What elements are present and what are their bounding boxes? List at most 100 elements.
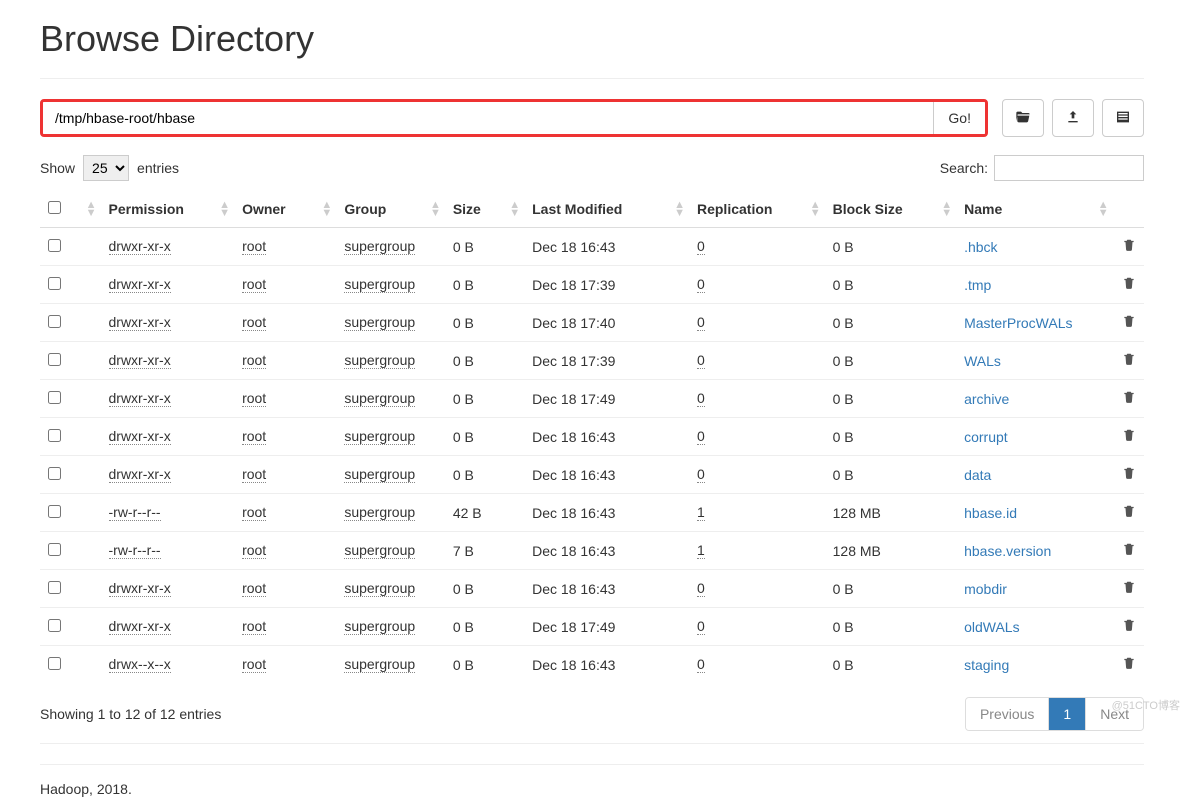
row-checkbox[interactable] (48, 239, 61, 252)
permission-value: drwxr-xr-x (109, 390, 171, 407)
delete-button[interactable] (1122, 619, 1136, 635)
delete-button[interactable] (1122, 467, 1136, 483)
page-1-button[interactable]: 1 (1049, 698, 1086, 730)
name-link[interactable]: .tmp (964, 277, 991, 293)
delete-button[interactable] (1122, 353, 1136, 369)
row-checkbox[interactable] (48, 277, 61, 290)
sort-icon[interactable]: ▲▼ (86, 201, 97, 217)
delete-button[interactable] (1122, 543, 1136, 559)
row-checkbox[interactable] (48, 353, 61, 366)
show-prefix-label: Show (40, 160, 75, 176)
col-block-size[interactable]: Block Size (833, 201, 903, 217)
delete-button[interactable] (1122, 277, 1136, 293)
replication-value: 0 (697, 580, 705, 597)
delete-button[interactable] (1122, 505, 1136, 521)
replication-value: 0 (697, 276, 705, 293)
col-permission[interactable]: Permission (109, 201, 184, 217)
page-length-select[interactable]: 25 (83, 155, 129, 181)
delete-button[interactable] (1122, 315, 1136, 331)
name-link[interactable]: .hbck (964, 239, 997, 255)
path-input-group: Go! (40, 99, 988, 137)
name-link[interactable]: MasterProcWALs (964, 315, 1072, 331)
upload-button[interactable] (1052, 99, 1094, 137)
block-size-value: 0 B (833, 239, 854, 255)
sort-icon: ▲▼ (1098, 201, 1109, 217)
row-checkbox[interactable] (48, 315, 61, 328)
block-size-value: 0 B (833, 353, 854, 369)
trash-icon (1122, 657, 1136, 673)
upload-icon (1065, 109, 1081, 128)
delete-button[interactable] (1122, 429, 1136, 445)
name-link[interactable]: mobdir (964, 581, 1007, 597)
trash-icon (1122, 353, 1136, 369)
trash-icon (1122, 619, 1136, 635)
permission-value: drwxr-xr-x (109, 618, 171, 635)
new-folder-button[interactable] (1102, 99, 1144, 137)
table-row: drwxr-xr-xrootsupergroup0 BDec 18 17:390… (40, 266, 1144, 304)
row-checkbox[interactable] (48, 505, 61, 518)
watermark: @51CTO博客 (1112, 697, 1180, 713)
permission-value: drwxr-xr-x (109, 314, 171, 331)
path-bar: Go! (40, 99, 1144, 137)
col-name[interactable]: Name (964, 201, 1002, 217)
replication-value: 1 (697, 542, 705, 559)
col-group[interactable]: Group (344, 201, 386, 217)
col-modified[interactable]: Last Modified (532, 201, 622, 217)
row-checkbox[interactable] (48, 581, 61, 594)
owner-value: root (242, 314, 266, 331)
size-value: 42 B (453, 505, 482, 521)
name-link[interactable]: staging (964, 657, 1009, 673)
modified-value: Dec 18 17:39 (532, 353, 615, 369)
group-value: supergroup (344, 428, 415, 445)
modified-value: Dec 18 16:43 (532, 657, 615, 673)
block-size-value: 0 B (833, 467, 854, 483)
search-label: Search: (940, 160, 988, 176)
sort-icon: ▲▼ (509, 201, 520, 217)
trash-icon (1122, 391, 1136, 407)
go-button[interactable]: Go! (933, 102, 985, 134)
row-checkbox[interactable] (48, 429, 61, 442)
row-checkbox[interactable] (48, 657, 61, 670)
group-value: supergroup (344, 580, 415, 597)
block-size-value: 0 B (833, 429, 854, 445)
name-link[interactable]: corrupt (964, 429, 1008, 445)
footer-text: Hadoop, 2018. (40, 764, 1144, 797)
show-suffix-label: entries (137, 160, 179, 176)
size-value: 0 B (453, 619, 474, 635)
owner-value: root (242, 428, 266, 445)
col-owner[interactable]: Owner (242, 201, 286, 217)
select-all-checkbox[interactable] (48, 201, 61, 214)
name-link[interactable]: data (964, 467, 991, 483)
table-row: drwxr-xr-xrootsupergroup0 BDec 18 17:390… (40, 342, 1144, 380)
permission-value: drwxr-xr-x (109, 352, 171, 369)
row-checkbox[interactable] (48, 467, 61, 480)
replication-value: 0 (697, 314, 705, 331)
row-checkbox[interactable] (48, 543, 61, 556)
delete-button[interactable] (1122, 239, 1136, 255)
search-input[interactable] (994, 155, 1144, 181)
folder-open-icon (1015, 109, 1031, 128)
open-folder-button[interactable] (1002, 99, 1044, 137)
owner-value: root (242, 352, 266, 369)
block-size-value: 128 MB (833, 543, 881, 559)
col-size[interactable]: Size (453, 201, 481, 217)
path-input[interactable] (43, 102, 933, 134)
size-value: 0 B (453, 277, 474, 293)
group-value: supergroup (344, 276, 415, 293)
name-link[interactable]: hbase.version (964, 543, 1051, 559)
row-checkbox[interactable] (48, 619, 61, 632)
table-row: drwxr-xr-xrootsupergroup0 BDec 18 17:400… (40, 304, 1144, 342)
name-link[interactable]: archive (964, 391, 1009, 407)
table-row: drwxr-xr-xrootsupergroup0 BDec 18 16:430… (40, 228, 1144, 266)
trash-icon (1122, 239, 1136, 255)
name-link[interactable]: hbase.id (964, 505, 1017, 521)
prev-page-button[interactable]: Previous (966, 698, 1049, 730)
name-link[interactable]: WALs (964, 353, 1001, 369)
delete-button[interactable] (1122, 391, 1136, 407)
trash-icon (1122, 543, 1136, 559)
col-replication[interactable]: Replication (697, 201, 772, 217)
delete-button[interactable] (1122, 581, 1136, 597)
delete-button[interactable] (1122, 657, 1136, 673)
row-checkbox[interactable] (48, 391, 61, 404)
name-link[interactable]: oldWALs (964, 619, 1020, 635)
